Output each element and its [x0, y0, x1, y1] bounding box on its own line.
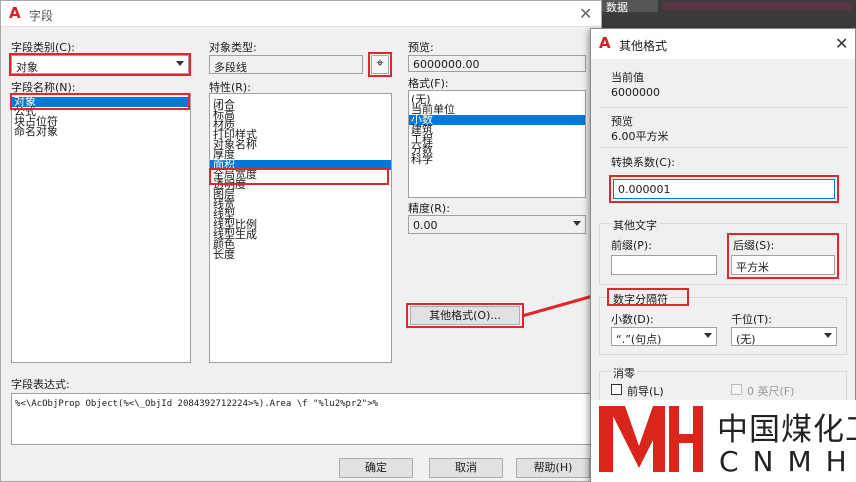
zero-suppression-label: 消零 [611, 365, 637, 381]
preview-field: 6000000.00 [408, 55, 586, 72]
precision-select-value: 0.00 [413, 219, 438, 232]
autocad-logo-icon: A [9, 4, 21, 22]
highlight-box-field-name [10, 93, 190, 110]
decimal-select-value: “.”(句点) [616, 333, 662, 346]
highlight-box-suffix [727, 233, 839, 279]
list-item[interactable]: 颜色 [210, 239, 391, 250]
background-tab-label: 数据 [606, 1, 628, 14]
watermark-logo: 中国煤化工 CNMHG [591, 400, 856, 482]
conversion-label: 转换系数(C): [611, 156, 675, 169]
list-item[interactable]: 线型生成 [210, 229, 391, 240]
field-dialog: A 字段 ✕ 字段类别(C): 对象 字段名称(N): 对象 公式 块占位符 命… [0, 0, 602, 482]
format-items: (无) 当前单位 小数 建筑 工程 分数 科学 [409, 91, 585, 165]
preview-label-2: 预览 [611, 115, 633, 128]
field-name-list[interactable]: 对象 公式 块占位符 命名对象 [11, 93, 191, 363]
list-item[interactable]: 线宽 [210, 199, 391, 210]
close-icon[interactable]: ✕ [579, 4, 592, 23]
highlight-box-conversion [609, 175, 839, 203]
precision-select[interactable]: 0.00 [408, 215, 586, 234]
decimal-select[interactable]: “.”(句点) [611, 327, 717, 346]
leading-checkbox[interactable] [611, 384, 622, 395]
list-item[interactable]: 标高 [210, 109, 391, 120]
background-bar [662, 2, 852, 10]
preview-value-2: 6.00平方米 [611, 130, 669, 143]
chevron-down-icon [704, 333, 712, 338]
other-format-titlebar[interactable]: A 其他格式 ✕ [591, 29, 855, 59]
list-item[interactable]: 分数 [409, 144, 585, 155]
list-item[interactable]: 命名对象 [12, 126, 190, 137]
thousands-label: 千位(T): [731, 313, 773, 326]
help-button[interactable]: 帮助(H) [516, 458, 590, 478]
object-type-field: 多段线 [209, 55, 363, 74]
watermark-cn-text: 中国煤化工 [717, 412, 856, 448]
highlight-box-separators [607, 288, 689, 306]
autocad-logo-icon: A [599, 34, 611, 52]
prefix-label: 前缀(P): [611, 239, 652, 252]
list-item[interactable]: 科学 [409, 154, 585, 165]
field-dialog-titlebar[interactable]: A 字段 ✕ [1, 1, 601, 27]
field-dialog-title: 字段 [29, 9, 54, 23]
list-item[interactable]: 厚度 [210, 149, 391, 160]
current-value-label: 当前值 [611, 71, 644, 84]
divider [599, 107, 847, 108]
close-icon[interactable]: ✕ [835, 34, 848, 53]
leading-label: 前导(L) [627, 385, 664, 398]
background-window: 数据 [602, 0, 856, 30]
highlight-box-other-format [406, 303, 524, 328]
mh-logo-icon [599, 406, 703, 472]
list-item[interactable]: 对象名称 [210, 139, 391, 150]
properties-list[interactable]: 闭合 标高 材质 打印样式 对象名称 厚度 面积 全局宽度 透明度 图层 线宽 … [209, 93, 392, 363]
highlight-box-select-object [368, 52, 392, 77]
list-item[interactable]: 小数 [409, 114, 585, 125]
other-format-title: 其他格式 [619, 39, 668, 53]
list-item[interactable]: 工程 [409, 134, 585, 145]
thousands-select-value: (无) [736, 333, 756, 346]
object-type-label: 对象类型: [209, 41, 257, 54]
current-value: 6000000 [611, 86, 660, 99]
cancel-button[interactable]: 取消 [429, 458, 503, 478]
chevron-down-icon [573, 221, 581, 226]
list-item[interactable]: 闭合 [210, 99, 391, 110]
highlight-box-area [209, 168, 389, 185]
additional-text-label: 其他文字 [611, 217, 659, 233]
divider [599, 147, 847, 148]
chevron-down-icon [824, 333, 832, 338]
expression-field[interactable]: %<\AcObjProp Object(%<\_ObjId 2084392712… [11, 393, 591, 445]
thousands-select[interactable]: (无) [731, 327, 837, 346]
feet-checkbox[interactable] [731, 384, 742, 395]
list-item[interactable]: 长度 [210, 249, 391, 260]
precision-label: 精度(R): [408, 202, 450, 215]
list-item[interactable]: 当前单位 [409, 104, 585, 115]
list-item[interactable]: 建筑 [409, 124, 585, 135]
list-item[interactable]: 图层 [210, 189, 391, 200]
watermark-en-text: CNMHG [719, 445, 856, 478]
expression-label: 字段表达式: [11, 378, 70, 391]
highlight-box-category [9, 53, 191, 76]
prefix-input[interactable] [611, 255, 717, 275]
ok-button[interactable]: 确定 [339, 458, 413, 478]
feet-label: 0 英尺(F) [747, 385, 795, 398]
format-label: 格式(F): [408, 77, 449, 90]
preview-label: 预览: [408, 41, 434, 54]
decimal-label: 小数(D): [611, 313, 654, 326]
format-list[interactable]: (无) 当前单位 小数 建筑 工程 分数 科学 [408, 90, 586, 198]
